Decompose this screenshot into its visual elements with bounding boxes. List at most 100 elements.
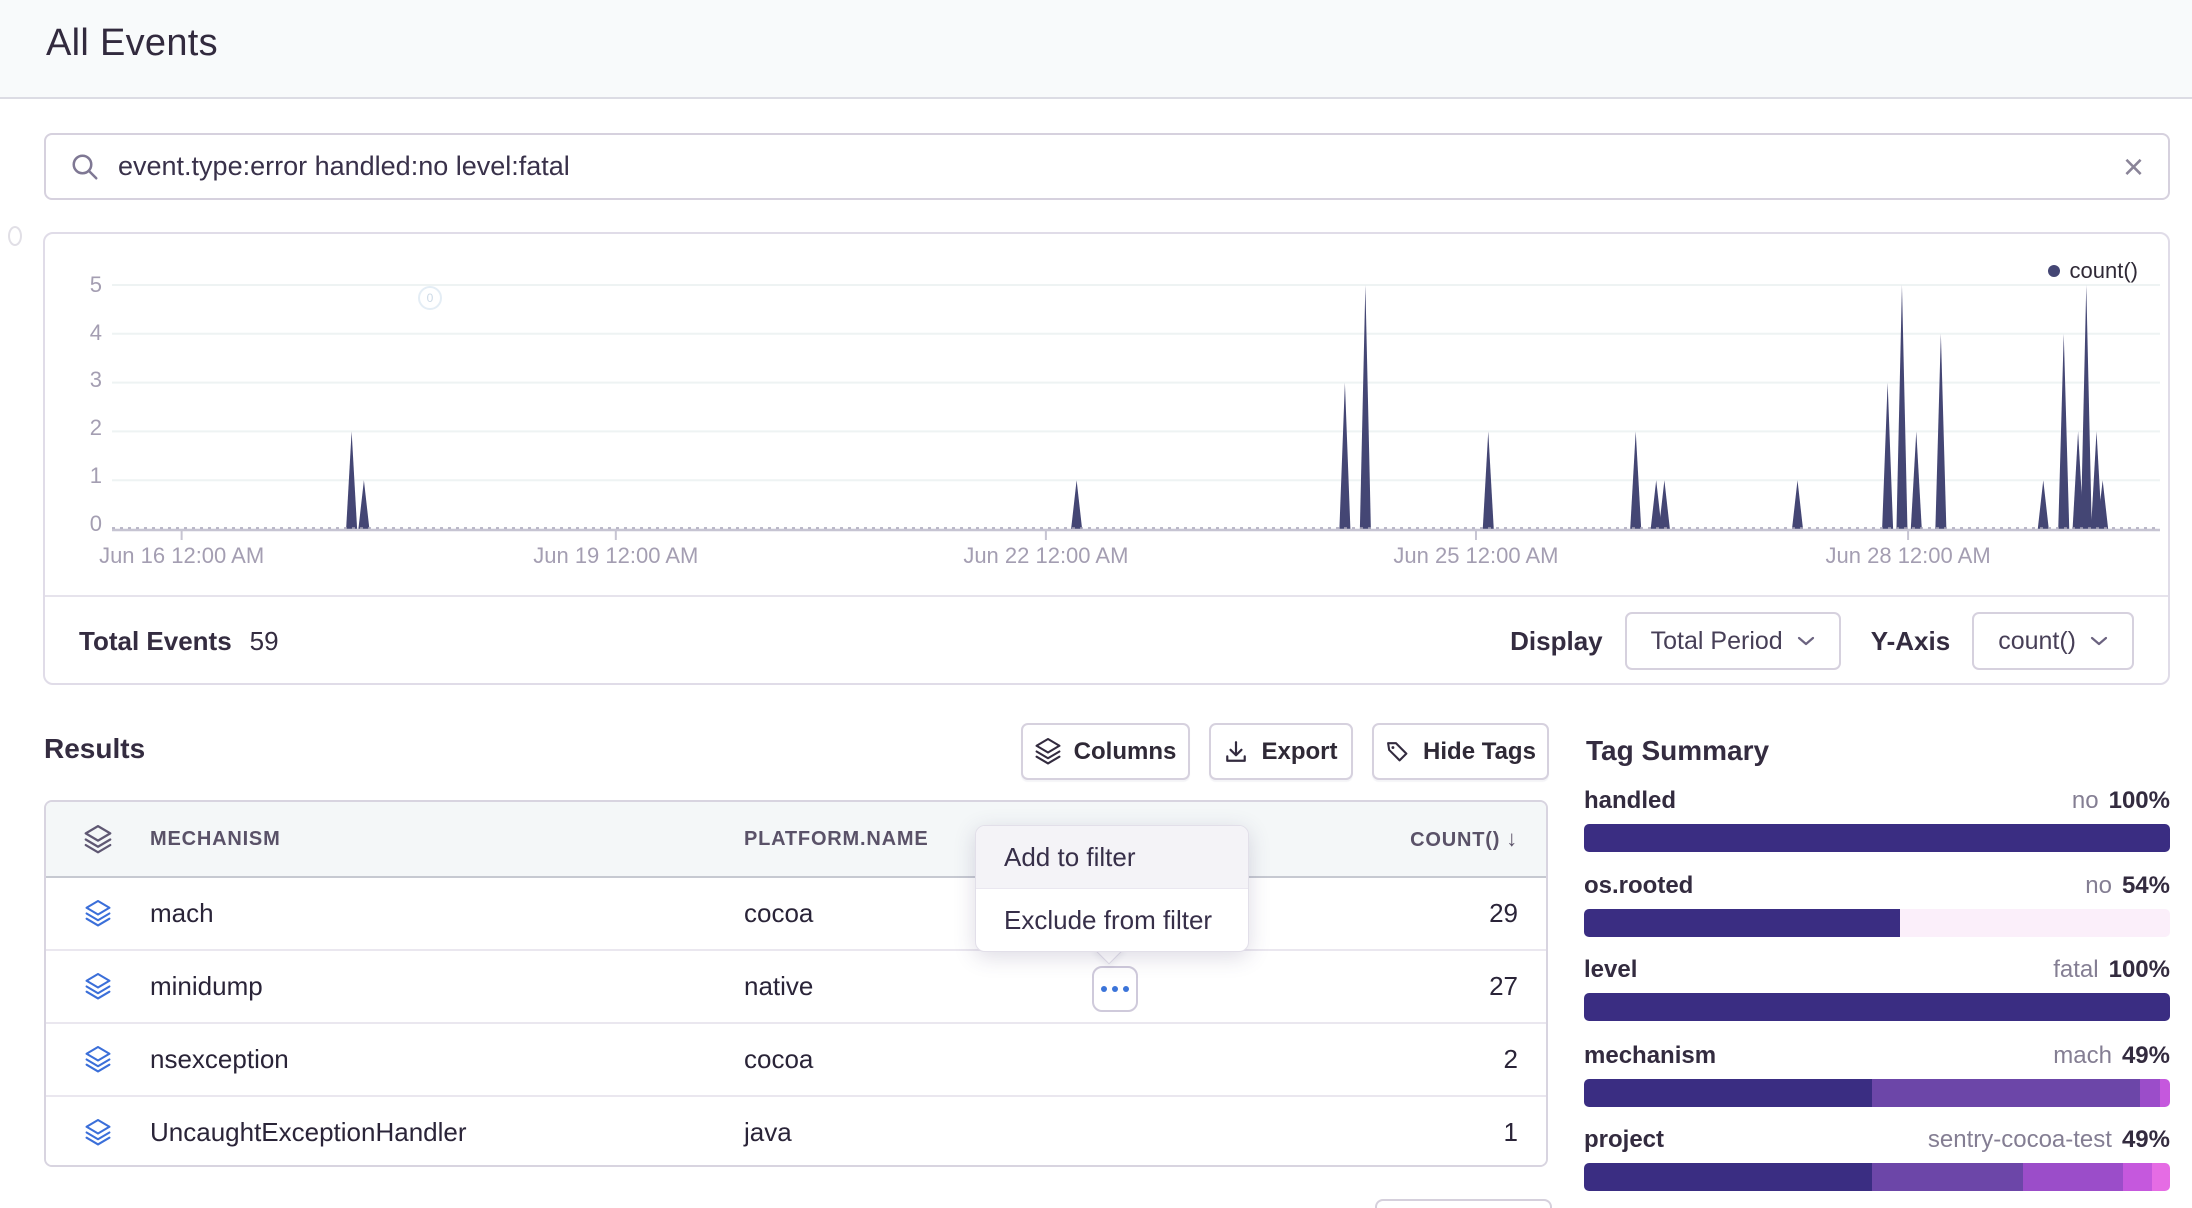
- x-tick-label: Jun 25 12:00 AM: [1393, 543, 1558, 569]
- y-axis-label: Y-Axis: [1871, 626, 1951, 657]
- tag-bar-segment[interactable]: [1584, 1163, 1872, 1191]
- tag-bar-segment[interactable]: [2023, 1163, 2123, 1191]
- chart-spike: [1792, 480, 1803, 529]
- search-input[interactable]: [116, 150, 2123, 183]
- table-header-row: MECHANISM PLATFORM.NAME COUNT()↓: [46, 802, 1546, 878]
- tag-icon: [1385, 739, 1410, 764]
- ellipsis-dot: [1123, 986, 1129, 992]
- layers-icon: [46, 1119, 150, 1146]
- tag-top-value: no: [2072, 787, 2099, 815]
- chart-footer: Total Events 59 Display Total Period Y-A…: [45, 597, 2168, 685]
- mechanism-cell[interactable]: mach: [150, 898, 744, 929]
- tag-bar-segment[interactable]: [2160, 1079, 2170, 1107]
- tag-item-handled: handled no 100%: [1584, 787, 2170, 852]
- column-header-count[interactable]: COUNT()↓: [1290, 826, 1546, 852]
- tag-distribution-bar[interactable]: [1584, 1079, 2170, 1107]
- tag-top-value: sentry-cocoa-test: [1928, 1126, 2112, 1154]
- chart-spike: [2081, 285, 2092, 529]
- chart-plot[interactable]: [112, 272, 2160, 544]
- tag-name: handled: [1584, 787, 1676, 815]
- events-chart-card: count() 543210 Jun 16 12:00 AMJun 19 12:…: [43, 232, 2170, 685]
- tag-percent: 100%: [2109, 787, 2170, 815]
- layers-icon: [46, 825, 150, 854]
- count-cell[interactable]: 1: [1290, 1117, 1546, 1148]
- scroll-artifact: [8, 226, 22, 246]
- page-header-band: [0, 0, 2192, 99]
- tag-name: mechanism: [1584, 1042, 1716, 1070]
- cell-action-menu: Add to filter Exclude from filter: [975, 825, 1249, 952]
- tag-bar-segment[interactable]: [1872, 1079, 2140, 1107]
- platform-cell[interactable]: java: [744, 1117, 1290, 1148]
- table-row[interactable]: machcocoa29: [46, 878, 1546, 949]
- hide-tags-button-label: Hide Tags: [1423, 738, 1536, 766]
- chevron-down-icon: [2090, 635, 2108, 647]
- menu-item-add-to-filter[interactable]: Add to filter: [976, 826, 1248, 889]
- cell-actions-ellipsis-button[interactable]: [1092, 966, 1138, 1012]
- pagination-partial[interactable]: [1375, 1199, 1552, 1208]
- y-tick-label: 5: [62, 271, 102, 299]
- tag-percent: 49%: [2122, 1126, 2170, 1154]
- x-tick-label: Jun 16 12:00 AM: [99, 543, 264, 569]
- tag-bar-segment[interactable]: [2140, 1079, 2160, 1107]
- tag-bar-segment[interactable]: [1584, 909, 1900, 937]
- tag-summary-heading: Tag Summary: [1586, 735, 1769, 767]
- tag-percent: 49%: [2122, 1042, 2170, 1070]
- export-button[interactable]: Export: [1209, 723, 1353, 780]
- tag-percent: 100%: [2109, 956, 2170, 984]
- table-row[interactable]: nsexceptioncocoa2: [46, 1022, 1546, 1095]
- tag-top-value: mach: [2053, 1042, 2112, 1070]
- tag-bar-segment[interactable]: [1584, 824, 2170, 852]
- y-axis-dropdown-value: count(): [1998, 627, 2076, 656]
- chart-spike: [1360, 285, 1371, 529]
- tag-name: project: [1584, 1126, 1664, 1154]
- y-axis-dropdown[interactable]: count(): [1972, 612, 2134, 670]
- tag-top-value: no: [2085, 872, 2112, 900]
- platform-cell[interactable]: native: [744, 971, 1290, 1002]
- tag-item-level: levelfatal100%: [1584, 956, 2170, 1021]
- total-events-value: 59: [250, 626, 279, 657]
- hide-tags-button[interactable]: Hide Tags: [1372, 723, 1549, 780]
- chart-spike: [2038, 480, 2049, 529]
- platform-cell[interactable]: cocoa: [744, 1044, 1290, 1075]
- mechanism-cell[interactable]: nsexception: [150, 1044, 744, 1075]
- tag-bar-segment[interactable]: [1900, 909, 2170, 937]
- count-cell[interactable]: 29: [1290, 898, 1546, 929]
- display-dropdown[interactable]: Total Period: [1625, 612, 1841, 670]
- tag-item-project: project sentry-cocoa-test 49%: [1584, 1126, 2170, 1191]
- layers-icon: [46, 1046, 150, 1073]
- columns-button[interactable]: Columns: [1021, 723, 1190, 780]
- clear-search-icon[interactable]: ×: [2123, 149, 2144, 185]
- tag-bar-segment[interactable]: [2123, 1163, 2152, 1191]
- tag-bar-segment[interactable]: [1584, 1079, 1872, 1107]
- tag-bar-segment[interactable]: [2152, 1163, 2170, 1191]
- y-tick-label: 4: [62, 319, 102, 347]
- tag-bar-segment[interactable]: [1584, 993, 2170, 1021]
- chevron-down-icon: [1797, 635, 1815, 647]
- display-label: Display: [1510, 626, 1603, 657]
- tag-distribution-bar[interactable]: [1584, 909, 2170, 937]
- chart-spike: [1659, 480, 1670, 529]
- table-row[interactable]: minidumpnative27: [46, 949, 1546, 1022]
- layers-icon: [46, 973, 150, 1000]
- tag-percent: 54%: [2122, 872, 2170, 900]
- tag-distribution-bar[interactable]: [1584, 1163, 2170, 1191]
- chart-spike: [1882, 383, 1893, 529]
- column-header-mechanism[interactable]: MECHANISM: [150, 828, 744, 851]
- page-title: All Events: [46, 22, 218, 65]
- menu-item-exclude-from-filter[interactable]: Exclude from filter: [976, 889, 1248, 951]
- search-icon: [70, 152, 100, 182]
- ellipsis-dot: [1101, 986, 1107, 992]
- tag-distribution-bar[interactable]: [1584, 993, 2170, 1021]
- mechanism-cell[interactable]: minidump: [150, 971, 744, 1002]
- count-cell[interactable]: 27: [1290, 971, 1546, 1002]
- columns-button-label: Columns: [1074, 738, 1177, 766]
- table-row[interactable]: UncaughtExceptionHandlerjava1: [46, 1095, 1546, 1167]
- mechanism-cell[interactable]: UncaughtExceptionHandler: [150, 1117, 744, 1148]
- x-tick-label: Jun 28 12:00 AM: [1826, 543, 1991, 569]
- tag-distribution-bar[interactable]: [1584, 824, 2170, 852]
- search-bar[interactable]: ×: [44, 133, 2170, 200]
- count-cell[interactable]: 2: [1290, 1044, 1546, 1075]
- tag-bar-segment[interactable]: [1872, 1163, 2023, 1191]
- y-tick-label: 1: [62, 462, 102, 490]
- tag-name: level: [1584, 956, 1637, 984]
